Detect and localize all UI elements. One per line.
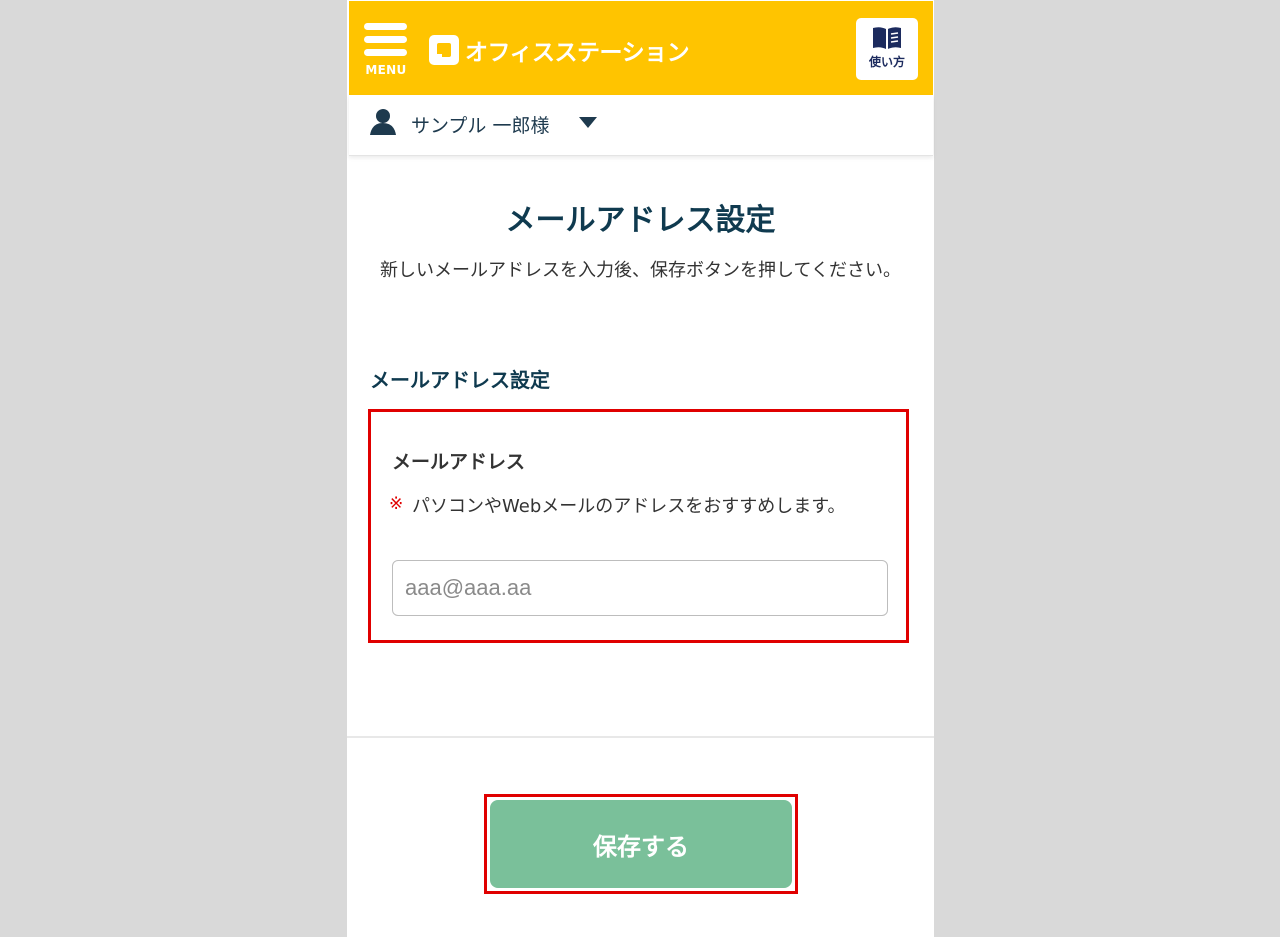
hamburger-icon: [364, 23, 407, 30]
menu-label: MENU: [365, 63, 407, 77]
email-label: メールアドレス: [392, 451, 526, 473]
logo-icon: [429, 35, 459, 65]
email-input[interactable]: [392, 560, 888, 616]
user-icon: [370, 109, 396, 135]
app-screen: MENU オフィスステーション 使い方 サンプル 一郎様 メールアドレス設定 新…: [347, 0, 934, 937]
help-label: 使い方: [868, 55, 905, 69]
help-button[interactable]: 使い方: [856, 18, 918, 80]
divider: [347, 736, 934, 738]
chevron-down-icon[interactable]: [579, 117, 597, 129]
save-button[interactable]: 保存する: [490, 800, 792, 888]
save-button-highlight: 保存する: [484, 794, 798, 894]
hamburger-icon-bar: [364, 49, 407, 56]
logo-text: オフィスステーション: [465, 40, 690, 66]
section-title: メールアドレス設定: [370, 368, 550, 392]
email-field-group: メールアドレス ※ パソコンやWebメールのアドレスをおすすめします。: [368, 409, 909, 643]
page-description: 新しいメールアドレスを入力後、保存ボタンを押してください。: [380, 260, 901, 281]
user-name[interactable]: サンプル 一郎様: [411, 111, 549, 138]
note-mark: ※: [389, 494, 404, 514]
user-bar: サンプル 一郎様: [349, 95, 933, 156]
menu-button[interactable]: MENU: [363, 23, 409, 79]
page-title: メールアドレス設定: [505, 203, 776, 238]
book-icon: [873, 27, 901, 49]
app-logo[interactable]: オフィスステーション: [429, 34, 690, 66]
hamburger-icon-bar: [364, 36, 407, 43]
app-header: MENU オフィスステーション 使い方: [349, 1, 933, 95]
email-note: パソコンやWebメールのアドレスをおすすめします。: [412, 496, 846, 517]
